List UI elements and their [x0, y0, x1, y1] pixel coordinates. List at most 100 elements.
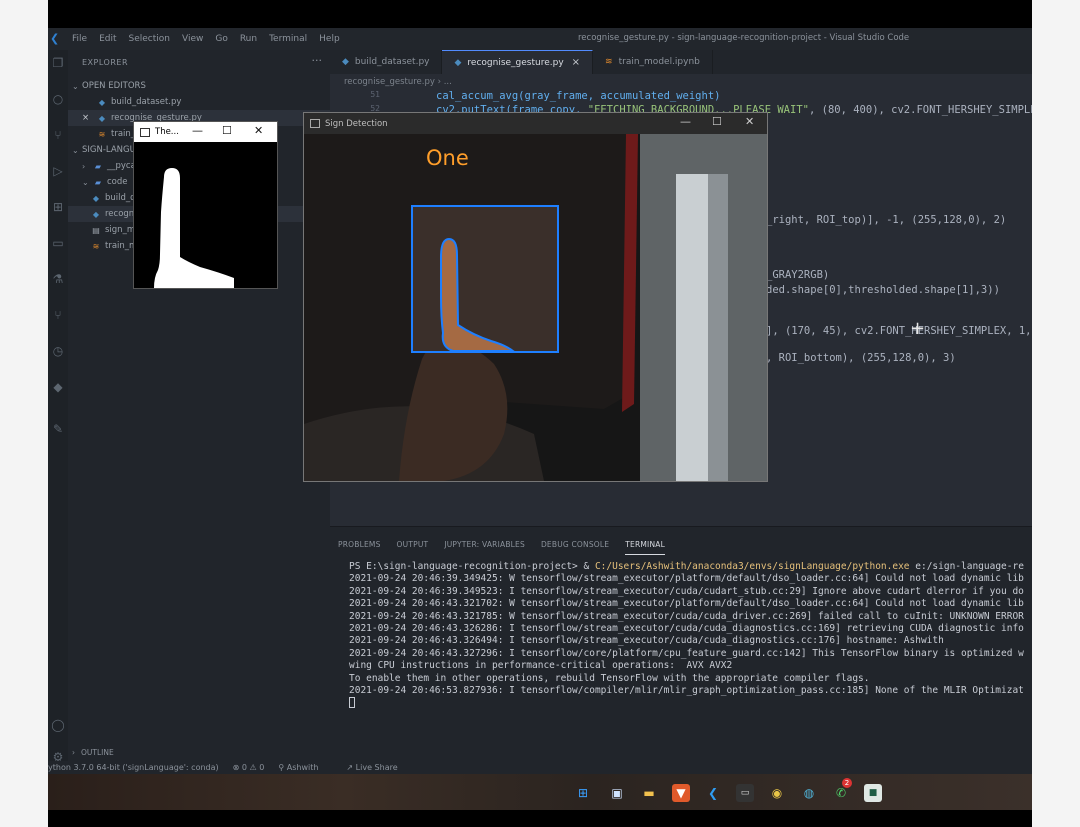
close-icon[interactable]: ✕ — [745, 115, 754, 128]
breadcrumb[interactable]: recognise_gesture.py › ... — [344, 77, 452, 87]
vscode-icon[interactable]: ❮ — [704, 784, 722, 802]
tab-label: recognise_gesture.py — [467, 57, 564, 68]
tab-debug-console[interactable]: DEBUG CONSOLE — [541, 530, 609, 554]
tab-recognise-gesture[interactable]: ◆ recognise_gesture.py × — [442, 50, 594, 74]
browser-icon[interactable]: ◍ — [800, 784, 818, 802]
account-status[interactable]: ⚲ Ashwith — [278, 763, 332, 772]
photo-frame-bottom — [48, 810, 1032, 827]
maximize-icon[interactable]: ☐ — [712, 115, 722, 128]
menu-file[interactable]: File — [72, 34, 87, 44]
outline-label: OUTLINE — [81, 747, 114, 757]
minimize-icon[interactable]: — — [192, 124, 203, 137]
menu-terminal[interactable]: Terminal — [269, 34, 307, 44]
explorer-icon[interactable]: ❐ — [51, 56, 65, 70]
open-editor-label: build_dataset.py — [111, 97, 182, 107]
jupyter-icon[interactable]: ◆ — [51, 380, 65, 394]
remote-explorer-icon[interactable]: ▭ — [51, 236, 65, 250]
window-app-icon — [140, 127, 150, 137]
window-app-icon — [310, 119, 320, 128]
windows-start-icon[interactable]: ⊞ — [574, 784, 592, 802]
python-file-icon: ◆ — [98, 113, 106, 123]
file-explorer-icon[interactable]: ▬ — [640, 784, 658, 802]
python-file-icon: ◆ — [92, 193, 100, 203]
account-icon[interactable]: ◯ — [51, 718, 65, 732]
open-editor-item[interactable]: ◆ build_dataset.py — [68, 94, 330, 110]
run-debug-icon[interactable]: ▷ — [51, 164, 65, 178]
open-editors-section[interactable]: ⌄ OPEN EDITORS — [68, 78, 330, 94]
window-title: recognise_gesture.py - sign-language-rec… — [578, 33, 910, 43]
terminal-line: 2021-09-24 20:46:39.349425: W tensorflow… — [349, 573, 1024, 585]
terminal-output[interactable]: PS E:\sign-language-recognition-project>… — [349, 561, 1032, 761]
activity-bar: ❐ ○ ⑂ ▷ ⊞ ▭ ⚗ ⑂ ◷ ◆ ✎ ◯ ⚙ — [48, 50, 68, 770]
pencil-icon[interactable]: ✎ — [51, 422, 65, 436]
terminal-path: C:/Users/Ashwith/anaconda3/envs/signLang… — [594, 561, 910, 572]
panel-tabs: PROBLEMS OUTPUT JUPYTER: VARIABLES DEBUG… — [330, 527, 673, 557]
task-view-icon[interactable]: ▣ — [608, 784, 626, 802]
hand-contour — [413, 207, 557, 351]
source-control-icon[interactable]: ⑂ — [51, 128, 65, 142]
vscode-logo-icon: ❮ — [50, 32, 60, 45]
sign-detection-title-bar[interactable]: Sign Detection — ☐ ✕ — [304, 113, 767, 134]
tab-terminal[interactable]: TERMINAL — [625, 530, 665, 555]
chrome-icon[interactable]: ◉ — [768, 784, 786, 802]
account-name: Ashwith — [286, 763, 319, 772]
photo-frame-left — [0, 0, 48, 827]
line-number: 51 — [370, 90, 380, 99]
sign-detection-window[interactable]: Sign Detection — ☐ ✕ One — [303, 112, 768, 482]
menu-run[interactable]: Run — [240, 34, 257, 44]
tab-train-model[interactable]: ≋ train_model.ipynb — [593, 50, 713, 74]
menu-view[interactable]: View — [182, 34, 203, 44]
python-interpreter[interactable]: ython 3.7.0 64-bit ('signLanguage': cond… — [48, 763, 219, 772]
notification-badge: 2 — [842, 778, 852, 788]
outline-section[interactable]: › OUTLINE — [68, 744, 330, 760]
menu-help[interactable]: Help — [319, 34, 340, 44]
menu-go[interactable]: Go — [215, 34, 227, 44]
code-line: ded.shape[0],thresholded.shape[1],3)) — [766, 284, 1000, 296]
notebook-icon: ≋ — [605, 57, 613, 67]
tab-jupyter-variables[interactable]: JUPYTER: VARIABLES — [444, 530, 525, 554]
timeline-icon[interactable]: ◷ — [51, 344, 65, 358]
git-graph-icon[interactable]: ⑂ — [51, 308, 65, 322]
terminal-icon[interactable]: ▭ — [736, 784, 754, 802]
thresholded-window[interactable]: The... — ☐ ✕ — [133, 121, 278, 289]
close-icon[interactable]: × — [572, 57, 580, 68]
tab-label: train_model.ipynb — [618, 57, 700, 67]
file-icon: ▤ — [92, 225, 100, 235]
python-file-icon: ◆ — [98, 97, 106, 107]
brave-browser-icon[interactable]: ▼ — [672, 784, 690, 802]
menu-edit[interactable]: Edit — [99, 34, 116, 44]
close-icon[interactable]: ✕ — [254, 124, 263, 137]
thresholded-title-bar[interactable]: The... — ☐ ✕ — [134, 122, 277, 142]
roi-box — [411, 205, 559, 353]
live-share-button[interactable]: ↗ Live Share — [346, 763, 411, 772]
explorer-more-icon[interactable]: ··· — [312, 54, 323, 67]
camera-feed: One — [304, 134, 767, 481]
terminal-prompt: PS E:\sign-language-recognition-project>… — [349, 561, 595, 572]
testing-icon[interactable]: ⚗ — [51, 272, 65, 286]
tab-problems[interactable]: PROBLEMS — [338, 530, 381, 554]
code-line: _right, ROI_top)], -1, (255,128,0), 2) — [766, 214, 1007, 226]
chevron-down-icon: ⌄ — [72, 81, 79, 91]
menu-selection[interactable]: Selection — [129, 34, 170, 44]
threshold-mask-image — [154, 168, 234, 288]
photo-frame-top — [48, 0, 1032, 28]
camera-app-icon[interactable]: ■ — [864, 784, 882, 802]
folder-icon: ▰ — [94, 161, 102, 171]
code-line: cal_accum_avg(gray_frame, accumulated_we… — [436, 90, 721, 102]
problems-count[interactable]: ⊗ 0 ⚠ 0 — [233, 763, 265, 772]
maximize-icon[interactable]: ☐ — [222, 124, 232, 137]
bottom-panel: PROBLEMS OUTPUT JUPYTER: VARIABLES DEBUG… — [330, 526, 1032, 770]
close-icon[interactable]: × — [82, 113, 96, 123]
menu-bar: ❮ File Edit Selection View Go Run Termin… — [48, 28, 1032, 50]
tab-build-dataset[interactable]: ◆ build_dataset.py — [330, 50, 443, 74]
terminal-line: 2021-09-24 20:46:39.349523: I tensorflow… — [349, 585, 1024, 597]
tab-output[interactable]: OUTPUT — [397, 530, 429, 554]
terminal-line: 2021-09-24 20:46:53.827936: I tensorflow… — [349, 685, 1024, 697]
terminal-line: To enable them in other operations, rebu… — [349, 672, 870, 684]
minimize-icon[interactable]: — — [680, 115, 691, 128]
extensions-icon[interactable]: ⊞ — [51, 200, 65, 214]
terminal-line: 2021-09-24 20:46:43.327296: I tensorflow… — [349, 647, 1024, 659]
open-editors-label: OPEN EDITORS — [82, 81, 146, 91]
search-icon[interactable]: ○ — [51, 92, 65, 106]
chevron-right-icon: › — [82, 161, 86, 171]
